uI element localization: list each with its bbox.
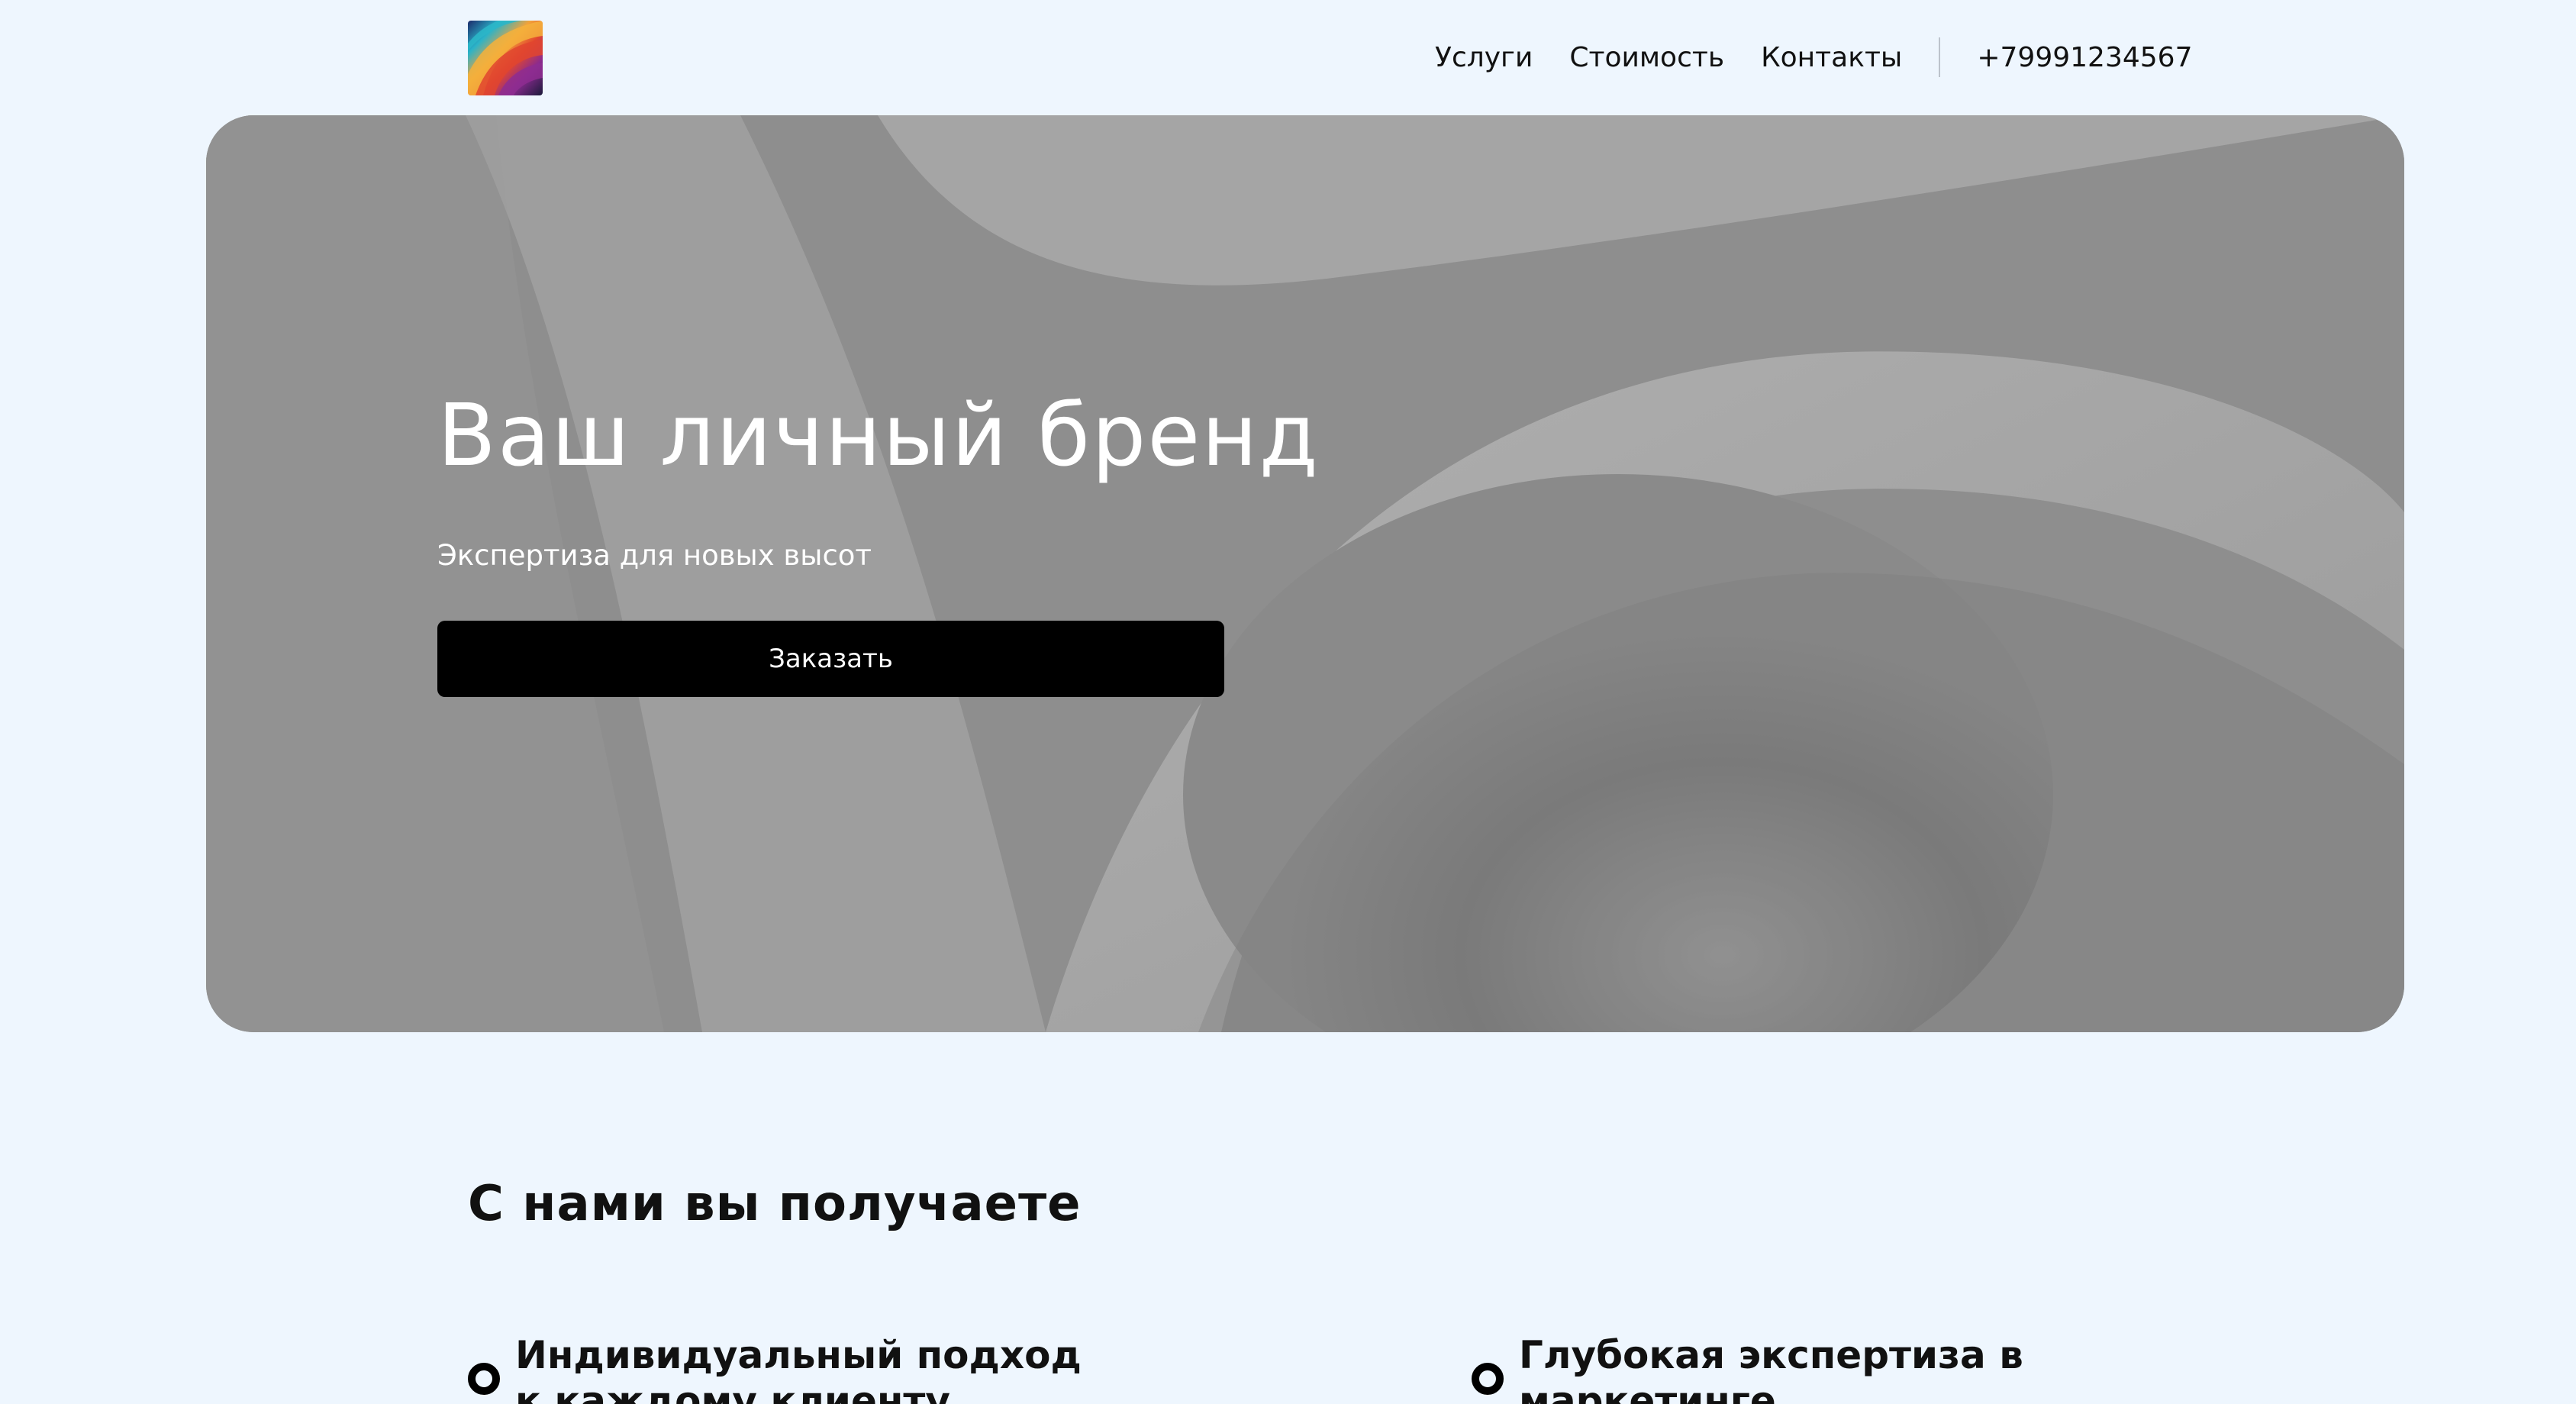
hero-title: Ваш личный бренд	[437, 386, 1320, 486]
benefit-text: Индивидуальный подход к каждому клиенту	[515, 1333, 1082, 1404]
benefit-text: Глубокая экспертиза в маркетинге	[1519, 1333, 2023, 1404]
hero-background-image	[206, 115, 2404, 1032]
nav-link-pricing[interactable]: Стоимость	[1569, 42, 1724, 73]
phone-link[interactable]: +79991234567	[1977, 42, 2192, 73]
order-button[interactable]: Заказать	[437, 621, 1224, 697]
main-nav: Услуги Стоимость Контакты +79991234567	[1435, 34, 2192, 80]
ring-bullet-icon	[468, 1363, 500, 1395]
nav-divider	[1939, 37, 1941, 77]
benefit-item: Индивидуальный подход к каждому клиенту	[468, 1332, 1095, 1404]
hero-subtitle: Экспертиза для новых высот	[437, 539, 872, 572]
benefit-item: Глубокая экспертиза в маркетинге	[1472, 1332, 2099, 1404]
nav-link-services[interactable]: Услуги	[1435, 42, 1533, 73]
hero-banner: Ваш личный бренд Экспертиза для новых вы…	[206, 115, 2404, 1032]
site-header: Услуги Стоимость Контакты +79991234567	[0, 0, 2576, 115]
nav-link-contacts[interactable]: Контакты	[1761, 42, 1902, 73]
ring-bullet-icon	[1472, 1363, 1504, 1395]
benefits-title: С нами вы получаете	[468, 1176, 1082, 1232]
page: Услуги Стоимость Контакты +79991234567 В…	[0, 0, 2576, 1404]
logo-icon[interactable]	[468, 21, 543, 95]
